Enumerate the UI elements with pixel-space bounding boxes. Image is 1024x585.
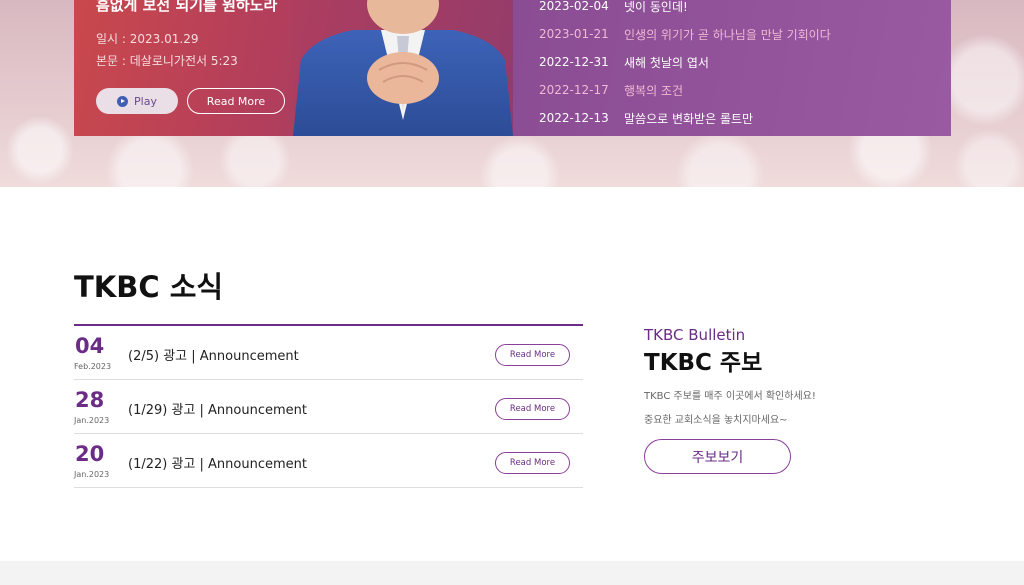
news-item: 28 Jan.2023 (1/29) 광고 | Announcement Rea… xyxy=(74,380,583,434)
news-link[interactable]: (1/22) 광고 | Announcement xyxy=(128,453,307,472)
news-section-title: TKBC 소식 xyxy=(74,270,224,304)
sermon-item-date: 2022-12-13 xyxy=(539,111,609,125)
footer-strip xyxy=(0,561,1024,585)
sermon-item-title: 말씀으로 변화받은 롤트만 xyxy=(624,111,754,126)
news-day: 04 xyxy=(75,334,105,358)
sermon-item-title: 새해 첫날의 엽서 xyxy=(624,55,709,70)
sermon-list-item[interactable]: 2023-01-21 인생의 위기가 곧 하나님을 만날 기회이다 xyxy=(539,20,831,48)
sermon-list-item[interactable]: 2022-12-13 말씀으로 변화받은 롤트만 xyxy=(539,104,831,132)
sermon-list-item[interactable]: 2022-12-31 새해 첫날의 엽서 xyxy=(539,48,831,76)
news-list: 04 Feb.2023 (2/5) 광고 | Announcement Read… xyxy=(74,324,583,488)
news-link[interactable]: (1/29) 광고 | Announcement xyxy=(128,399,307,418)
news-item: 20 Jan.2023 (1/22) 광고 | Announcement Rea… xyxy=(74,434,583,488)
hero-banner: 흠없게 보전 되기를 원하노라 일시 : 2023.01.29 본문 : 데살로… xyxy=(0,0,1024,187)
sermon-item-date: 2023-01-21 xyxy=(539,27,609,41)
play-label: Play xyxy=(134,94,157,108)
sermon-item-date: 2022-12-17 xyxy=(539,83,609,97)
sermon-list-panel: 2023-02-04 넷이 동인데! 2023-01-21 인생의 위기가 곧 … xyxy=(513,0,951,136)
sermon-item-title: 넷이 동인데! xyxy=(624,0,688,14)
bulletin-description: 중요한 교회소식을 놓치지마세요~ xyxy=(644,415,788,426)
news-month: Jan.2023 xyxy=(74,416,110,425)
sermon-date: 일시 : 2023.01.29 xyxy=(96,32,199,46)
sermon-item-date: 2023-02-04 xyxy=(539,0,609,13)
news-day: 28 xyxy=(75,388,105,412)
featured-sermon: 흠없게 보전 되기를 원하노라 일시 : 2023.01.29 본문 : 데살로… xyxy=(74,0,513,136)
news-month: Jan.2023 xyxy=(74,470,110,479)
news-item: 04 Feb.2023 (2/5) 광고 | Announcement Read… xyxy=(74,326,583,380)
sermon-item-title: 행복의 조건 xyxy=(624,83,684,98)
sermon-list: 2023-02-04 넷이 동인데! 2023-01-21 인생의 위기가 곧 … xyxy=(539,0,831,132)
news-link[interactable]: (2/5) 광고 | Announcement xyxy=(128,345,299,364)
hero-read-more-button[interactable]: Read More xyxy=(187,88,285,114)
pastor-photo xyxy=(293,0,513,136)
play-button[interactable]: Play xyxy=(96,88,178,114)
sermon-list-item[interactable]: 2022-12-17 행복의 조건 xyxy=(539,76,831,104)
news-read-more-button[interactable]: Read More xyxy=(495,398,570,420)
sermon-item-title: 인생의 위기가 곧 하나님을 만날 기회이다 xyxy=(624,27,831,42)
bulletin-title: TKBC 주보 xyxy=(644,350,763,376)
news-read-more-button[interactable]: Read More xyxy=(495,344,570,366)
bulletin-description: TKBC 주보를 매주 이곳에서 확인하세요! xyxy=(644,391,816,402)
sermon-card: 흠없게 보전 되기를 원하노라 일시 : 2023.01.29 본문 : 데살로… xyxy=(74,0,951,136)
sermon-scripture: 본문 : 데살로니가전서 5:23 xyxy=(96,54,238,68)
news-month: Feb.2023 xyxy=(74,362,112,371)
bulletin-subtitle: TKBC Bulletin xyxy=(644,326,746,344)
play-icon xyxy=(117,95,129,107)
sermon-list-item[interactable]: 2023-02-04 넷이 동인데! xyxy=(539,0,831,20)
view-bulletin-button[interactable]: 주보보기 xyxy=(644,439,791,474)
news-read-more-button[interactable]: Read More xyxy=(495,452,570,474)
sermon-headline: 흠없게 보전 되기를 원하노라 xyxy=(96,0,278,14)
sermon-item-date: 2022-12-31 xyxy=(539,55,609,69)
news-day: 20 xyxy=(75,442,105,466)
